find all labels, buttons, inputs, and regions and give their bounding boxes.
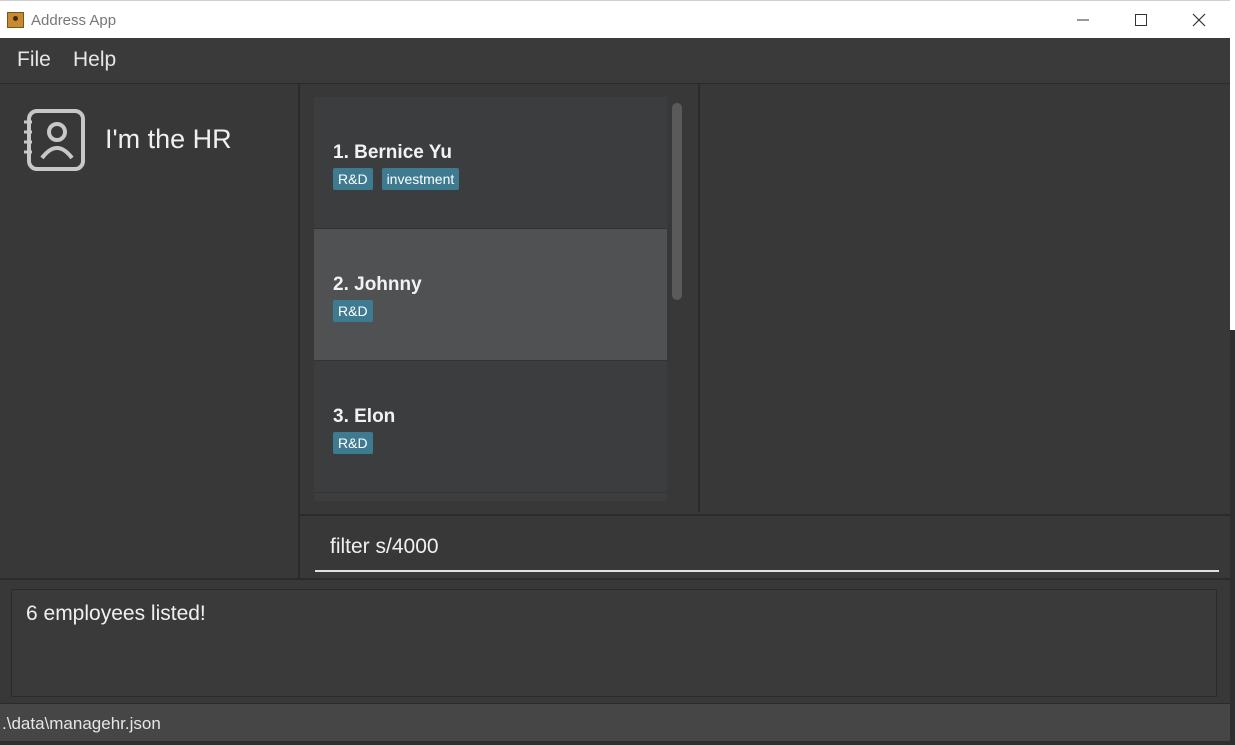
background-window-edge-dark (1230, 330, 1235, 745)
menu-file[interactable]: File (17, 48, 51, 72)
contact-book-icon (24, 109, 85, 171)
command-box (300, 514, 1230, 580)
employee-name: 2. Johnny (333, 274, 422, 295)
app-window: Address App File Help I'm the HR 1. Bern… (0, 0, 1230, 745)
menu-help[interactable]: Help (73, 48, 116, 72)
status-bar: .\data\managehr.json (0, 703, 1230, 742)
minimize-button[interactable] (1054, 1, 1112, 39)
close-icon (1192, 13, 1206, 27)
employee-list-panel: 1. Bernice Yu R&D investment 2. Johnny R… (300, 84, 700, 512)
employee-card[interactable]: 3. Elon R&D (314, 361, 667, 493)
employee-name: 3. Elon (333, 406, 396, 427)
command-input[interactable] (315, 524, 1219, 572)
sidebar: I'm the HR (0, 84, 300, 578)
result-panel: 6 employees listed! (0, 578, 1230, 705)
vertical-scrollbar[interactable] (672, 103, 682, 300)
employee-tag: R&D (333, 168, 373, 190)
minimize-icon (1077, 19, 1089, 21)
employee-name: 1. Bernice Yu (333, 142, 452, 163)
menu-bar: File Help (0, 38, 1230, 84)
close-button[interactable] (1170, 1, 1228, 39)
employee-tag: R&D (333, 432, 373, 454)
app-title: I'm the HR (105, 124, 232, 154)
window-title: Address App (31, 12, 117, 29)
save-location: .\data\managehr.json (2, 714, 161, 733)
employee-card[interactable]: 2. Johnny R&D (314, 229, 667, 361)
detail-panel (700, 84, 1230, 512)
employee-card[interactable]: 1. Bernice Yu R&D investment (314, 97, 667, 229)
title-bar: Address App (0, 0, 1230, 39)
employee-list[interactable]: 1. Bernice Yu R&D investment 2. Johnny R… (314, 97, 667, 501)
maximize-icon (1135, 14, 1147, 26)
maximize-button[interactable] (1112, 1, 1170, 39)
employee-tag: R&D (333, 300, 373, 322)
employee-tag: investment (381, 168, 460, 190)
background-taskbar-edge (0, 741, 1235, 745)
result-message: 6 employees listed! (26, 602, 206, 625)
address-book-app-icon (7, 12, 24, 28)
result-display: 6 employees listed! (11, 589, 1217, 697)
